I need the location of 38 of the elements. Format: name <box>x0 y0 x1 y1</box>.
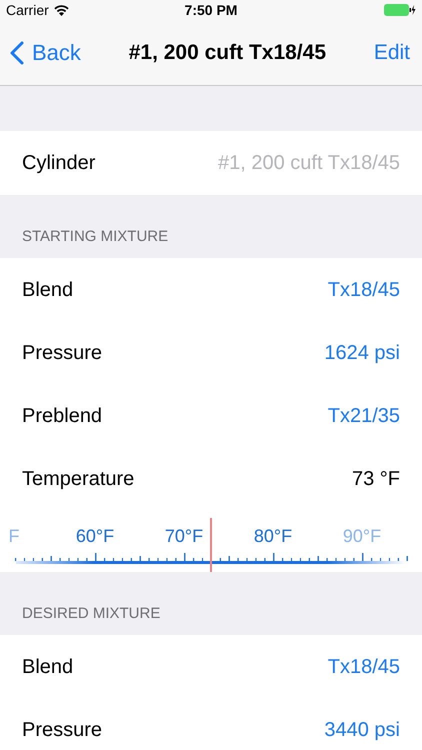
nav-title: #1, 200 cuft Tx18/45 <box>128 40 326 66</box>
ruler-indicator <box>210 518 212 572</box>
row-label: Preblend <box>22 404 102 428</box>
back-button[interactable]: Back <box>10 36 81 69</box>
ruler-label: 80°F <box>254 525 292 548</box>
row-value: Tx18/45 <box>328 654 400 680</box>
row-label: Temperature <box>22 466 134 492</box>
settings-row[interactable]: Preblend Tx21/35 <box>0 384 422 447</box>
chevron-left-icon <box>10 40 24 64</box>
settings-row[interactable]: Pressure 3440 psi <box>0 698 422 750</box>
row-value: Tx21/35 <box>328 404 400 428</box>
settings-row[interactable]: Blend Tx18/45 <box>0 258 422 321</box>
row-label: Pressure <box>22 340 102 366</box>
ruler-label: 70°F <box>164 525 204 548</box>
ruler-label: 90°F <box>342 525 382 548</box>
battery-charging-icon <box>384 4 416 16</box>
row-label: Pressure <box>22 718 102 742</box>
settings-row[interactable]: Blend Tx18/45 <box>0 635 422 698</box>
cylinder-row[interactable]: Cylinder #1, 200 cuft Tx18/45 <box>0 131 422 195</box>
row-value: #1, 200 cuft Tx18/45 <box>218 151 400 176</box>
row-label: Blend <box>22 278 74 302</box>
row-value: 1624 psi <box>324 340 400 366</box>
carrier-name: Carrier <box>6 0 49 20</box>
settings-row[interactable]: Pressure 1624 psi <box>0 321 422 384</box>
row-value: 3440 psi <box>324 718 400 742</box>
section-header: DESIRED MIXTURE <box>22 604 160 624</box>
ruler-label: 60°F <box>76 525 114 548</box>
section-header: STARTING MIXTURE <box>22 226 168 246</box>
row-label: Cylinder <box>22 151 96 176</box>
row-value: 73 °F <box>352 466 400 492</box>
row-value: Tx18/45 <box>328 278 400 302</box>
edit-button[interactable]: Edit <box>374 36 412 68</box>
wifi-icon <box>54 4 69 16</box>
settings-row[interactable]: Temperature 73 °F <box>0 447 422 510</box>
status-time: 7:50 PM <box>184 0 238 20</box>
temperature-ruler[interactable]: F 60°F 70°F 80°F 90°F <box>0 510 422 572</box>
row-label: Blend <box>22 654 74 680</box>
ruler-label: F <box>8 525 20 548</box>
